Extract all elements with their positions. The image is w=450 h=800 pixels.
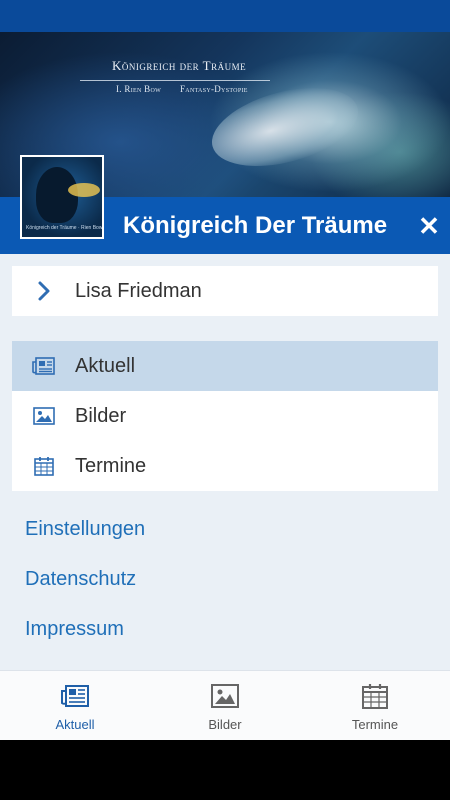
tab-termine[interactable]: Termine: [300, 671, 450, 741]
menu-item-label: Termine: [75, 455, 147, 477]
bottom-tab-bar: Aktuell Bilder Termine: [0, 670, 450, 740]
image-icon: [33, 407, 55, 425]
cover-tagline: Königreich der Träume · Rien Bow: [26, 225, 103, 231]
banner-title: Königreich der Träume: [112, 58, 247, 73]
system-navigation-area: [0, 740, 450, 800]
author-name: Lisa Friedman: [75, 280, 202, 302]
menu-item-termine[interactable]: Termine: [12, 441, 438, 491]
banner-subtitle-left: I. Rien Bow: [116, 84, 162, 94]
author-row[interactable]: Lisa Friedman: [12, 266, 438, 316]
book-cover-image: Königreich der Träume · Rien Bow: [20, 155, 104, 239]
menu-item-label: Aktuell: [75, 355, 136, 377]
close-button[interactable]: ✕: [416, 212, 442, 240]
menu-list: Aktuell Bilder Termine: [12, 341, 438, 491]
status-bar: [0, 0, 450, 32]
tab-label: Termine: [351, 717, 399, 732]
tab-label: Bilder: [208, 717, 242, 732]
tab-aktuell[interactable]: Aktuell: [0, 671, 150, 741]
chevron-right-icon: [38, 281, 50, 301]
tab-label: Aktuell: [55, 717, 95, 732]
banner-subtitle-right: Fantasy-Dystopie: [180, 84, 248, 94]
page-title: Königreich Der Träume: [123, 212, 388, 239]
imprint-link[interactable]: Impressum: [25, 618, 124, 641]
calendar-icon: [34, 457, 54, 476]
privacy-link[interactable]: Datenschutz: [25, 568, 136, 591]
menu-item-aktuell[interactable]: Aktuell: [12, 341, 438, 391]
menu-item-bilder[interactable]: Bilder: [12, 391, 438, 441]
newspaper-icon: [61, 685, 89, 707]
tab-bilder[interactable]: Bilder: [150, 671, 300, 741]
settings-link[interactable]: Einstellungen: [25, 518, 145, 541]
drawer-content: Lisa Friedman Aktuell Bilder Termine Ein…: [0, 254, 450, 670]
image-icon: [211, 684, 239, 708]
menu-item-label: Bilder: [75, 405, 127, 427]
calendar-icon: [362, 684, 388, 709]
banner-divider: [80, 80, 270, 81]
newspaper-icon: [32, 357, 55, 375]
drawer-header: Königreich der Träume I. Rien Bow Fantas…: [0, 32, 450, 254]
